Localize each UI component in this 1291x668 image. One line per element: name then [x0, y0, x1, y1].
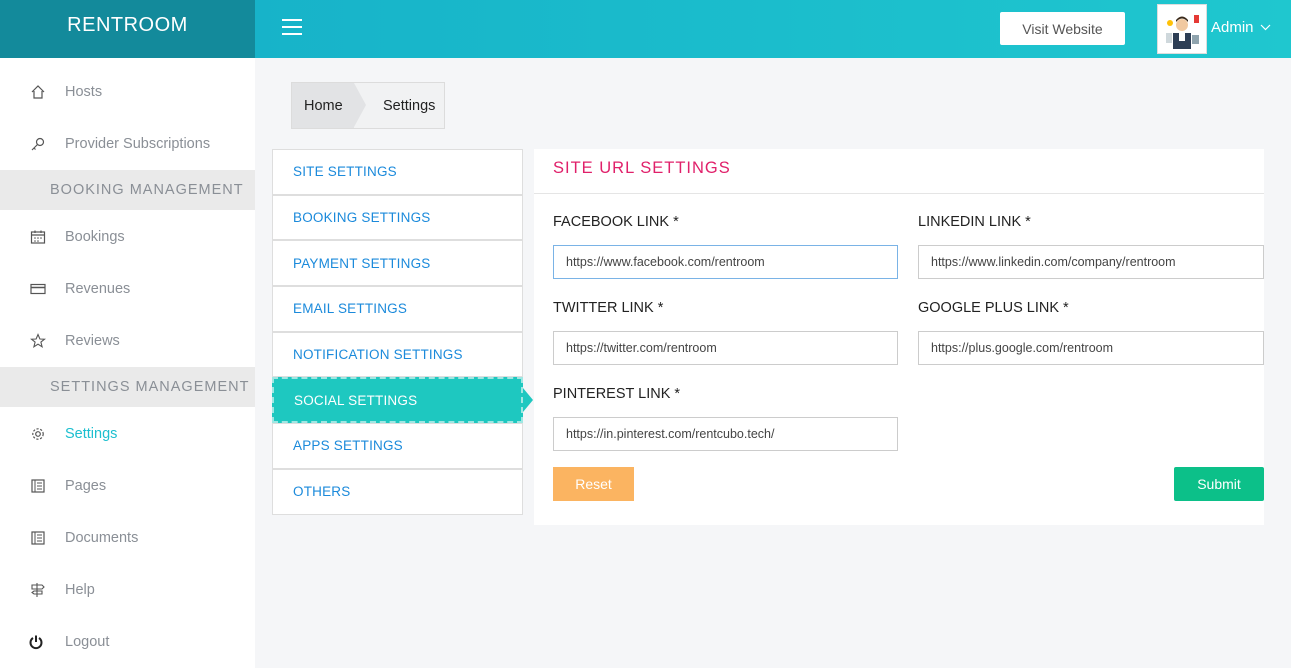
twitter-label: TWITTER LINK * [553, 300, 664, 316]
menu-payment-settings[interactable]: PAYMENT SETTINGS [272, 240, 523, 287]
twitter-link-input[interactable] [553, 331, 898, 365]
sidebar-item-label: Pages [65, 478, 107, 494]
sidebar-item-label: Help [65, 582, 95, 598]
credit-card-icon [30, 281, 46, 297]
section-booking-management: BOOKING MANAGEMENT [0, 170, 255, 210]
reset-button[interactable]: Reset [553, 467, 634, 501]
sidebar-item-label: Logout [65, 634, 110, 650]
menu-notification-settings[interactable]: NOTIFICATION SETTINGS [272, 331, 523, 378]
settings-menu: SITE SETTINGS BOOKING SETTINGS PAYMENT S… [272, 149, 533, 515]
pinterest-link-input[interactable] [553, 417, 898, 451]
brand-name: RENTROOM [67, 14, 188, 36]
sidebar-item-pages[interactable]: Pages [0, 460, 255, 512]
sidebar-item-documents[interactable]: Documents [0, 512, 255, 564]
sidebar-item-label: Provider Subscriptions [65, 136, 211, 152]
sidebar-item-logout[interactable]: Logout [0, 616, 255, 668]
home-icon [30, 84, 46, 100]
star-icon [30, 333, 46, 349]
sidebar-item-label: Reviews [65, 333, 120, 349]
sidebar-item-revenues[interactable]: Revenues [0, 263, 255, 315]
menu-site-settings[interactable]: SITE SETTINGS [272, 149, 523, 195]
sidebar-item-label: Bookings [65, 229, 125, 245]
sidebar-item-label: Documents [65, 530, 139, 546]
menu-others[interactable]: OTHERS [272, 468, 523, 515]
sidebar-item-label: Hosts [65, 84, 103, 100]
signpost-icon [30, 582, 46, 598]
calendar-icon [30, 229, 46, 245]
facebook-label: FACEBOOK LINK * [553, 214, 679, 230]
sidebar-item-label: Revenues [65, 281, 131, 297]
avatar[interactable] [1157, 4, 1207, 54]
sidebar-item-hosts[interactable]: Hosts [0, 66, 255, 118]
menu-booking-settings[interactable]: BOOKING SETTINGS [272, 194, 523, 241]
sidebar-item-bookings[interactable]: Bookings [0, 211, 255, 263]
menu-email-settings[interactable]: EMAIL SETTINGS [272, 286, 523, 332]
breadcrumb-current: Settings [383, 97, 436, 114]
facebook-link-input[interactable] [553, 245, 898, 279]
book-icon [30, 530, 46, 546]
sidebar-item-provider-subscriptions[interactable]: Provider Subscriptions [0, 118, 255, 170]
submit-button[interactable]: Submit [1174, 467, 1264, 501]
sidebar-item-reviews[interactable]: Reviews [0, 315, 255, 367]
key-icon [30, 136, 46, 152]
linkedin-label: LINKEDIN LINK * [918, 214, 1031, 230]
brand-logo[interactable]: RENTROOM [0, 0, 255, 58]
hamburger-menu-icon[interactable] [282, 19, 302, 37]
admin-menu[interactable]: Admin [1211, 19, 1271, 36]
menu-social-settings[interactable]: SOCIAL SETTINGS [272, 377, 533, 424]
breadcrumb-home[interactable]: Home [292, 83, 366, 128]
sidebar: Hosts Provider Subscriptions BOOKING MAN… [0, 58, 255, 668]
gear-icon [30, 426, 46, 442]
sidebar-item-settings[interactable]: Settings [0, 408, 255, 460]
power-icon [28, 634, 44, 650]
google-plus-link-input[interactable] [918, 331, 1264, 365]
google-plus-label: GOOGLE PLUS LINK * [918, 300, 1069, 316]
menu-apps-settings[interactable]: APPS SETTINGS [272, 423, 523, 469]
admin-name: Admin [1211, 19, 1254, 36]
sidebar-item-help[interactable]: Help [0, 564, 255, 616]
sidebar-item-label: Settings [65, 426, 118, 442]
panel-title: SITE URL SETTINGS [553, 159, 731, 177]
breadcrumb: Home Settings [291, 82, 445, 129]
pinterest-label: PINTEREST LINK * [553, 386, 681, 402]
top-bar: Visit Website Admin [255, 0, 1291, 58]
site-url-settings-panel: SITE URL SETTINGS FACEBOOK LINK * LINKED… [534, 149, 1264, 525]
linkedin-link-input[interactable] [918, 245, 1264, 279]
divider [534, 193, 1264, 194]
visit-website-button[interactable]: Visit Website [1000, 12, 1125, 45]
chevron-down-icon [1260, 24, 1270, 31]
book-icon [30, 478, 46, 494]
section-settings-management: SETTINGS MANAGEMENT [0, 367, 255, 407]
